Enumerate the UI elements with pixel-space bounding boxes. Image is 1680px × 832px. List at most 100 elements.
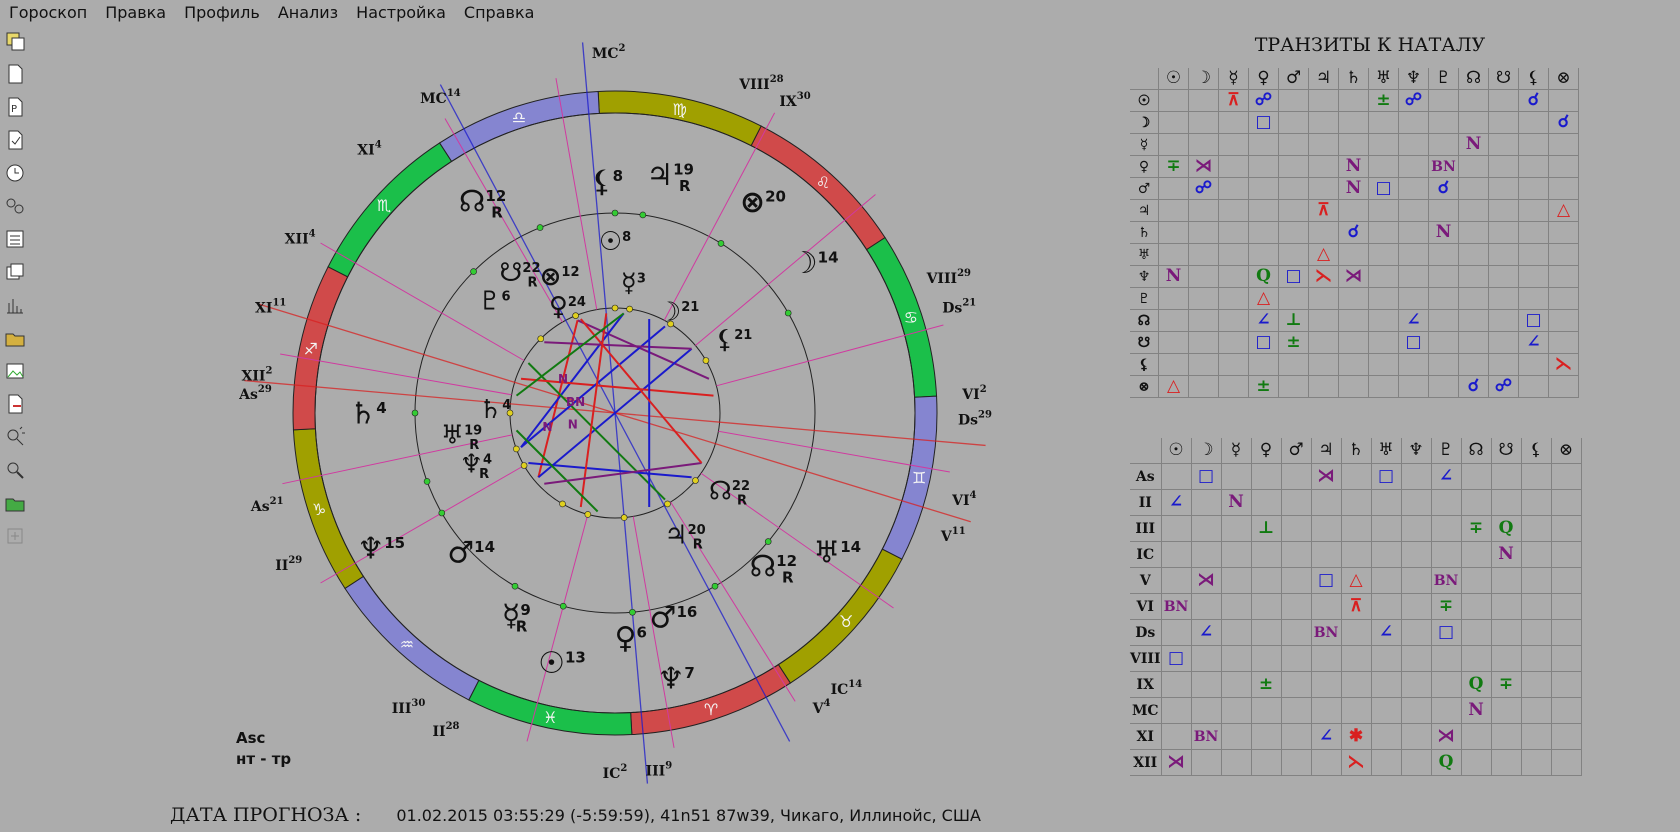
aspect-cell: ☌	[1548, 111, 1579, 134]
aspect-cell	[1310, 645, 1342, 672]
aspect-cell: ⋊	[1310, 463, 1342, 490]
aspect-cell	[1430, 671, 1462, 698]
aspect-cell	[1370, 671, 1402, 698]
aspect-cell	[1518, 353, 1549, 376]
natal-planet: ♅19 R	[441, 421, 482, 453]
magnifier-rays-icon[interactable]	[4, 426, 26, 448]
house-cusp-label: XII4	[285, 228, 316, 247]
aspect-cell: ⋊	[1338, 265, 1369, 288]
aspect-cell	[1220, 671, 1252, 698]
transit-planet: ♆15	[357, 532, 405, 567]
aspect-cell	[1158, 133, 1189, 156]
grid-row-label: ☊	[1130, 309, 1159, 332]
planet-position-dot	[511, 582, 519, 590]
aspect-cell: □	[1430, 619, 1462, 646]
aspect-cell	[1278, 243, 1309, 266]
aspect-cell	[1158, 221, 1189, 244]
inner-aspect-mark: N	[542, 420, 552, 434]
aspect-cell	[1488, 133, 1519, 156]
aspect-cell	[1278, 353, 1309, 376]
aspect-cell	[1400, 541, 1432, 568]
grid-row-label: ♇	[1130, 287, 1159, 310]
planet-position-dot	[611, 209, 619, 217]
clock-icon[interactable]	[4, 162, 26, 184]
bar-chart-icon[interactable]	[4, 294, 26, 316]
menu-item-5[interactable]: Справка	[455, 3, 544, 22]
new-file-icon[interactable]	[4, 63, 26, 85]
aspect-cell	[1550, 749, 1582, 776]
aspect-cell	[1518, 155, 1549, 178]
profile-icon[interactable]: P	[4, 96, 26, 118]
magnifier-icon[interactable]	[4, 459, 26, 481]
planet-position-dot	[711, 582, 719, 590]
folder-icon[interactable]	[4, 327, 26, 349]
aspect-cell: □	[1248, 331, 1279, 354]
grid-column-header: ☊	[1458, 68, 1489, 90]
aspect-cell: ∠	[1160, 489, 1192, 516]
aspect-cell	[1428, 199, 1459, 222]
aspect-cell	[1400, 619, 1432, 646]
aspect-cell: △	[1248, 287, 1279, 310]
grid-column-header: ♀	[1250, 438, 1282, 464]
grid-corner	[1130, 68, 1159, 90]
aspect-cell	[1488, 287, 1519, 310]
grid-column-header: ♅	[1370, 438, 1402, 464]
aspect-cell	[1308, 89, 1339, 112]
aspect-cell	[1190, 515, 1222, 542]
aspect-cell: BN	[1430, 567, 1462, 594]
aspect-cell	[1428, 89, 1459, 112]
grid-row: ♂ ☍ N □ ☌	[1130, 177, 1579, 200]
checklist-icon[interactable]	[4, 129, 26, 151]
aspect-cell	[1490, 463, 1522, 490]
grid-column-header: ☿	[1220, 438, 1252, 464]
menu-item-1[interactable]: Правка	[96, 3, 175, 22]
aspect-cell	[1218, 177, 1249, 200]
aspect-cell	[1520, 567, 1552, 594]
house-cusp-label: XII2	[242, 365, 273, 384]
house-cusp-label: II28	[432, 721, 459, 740]
aspect-cell	[1188, 287, 1219, 310]
grid-column-header: ☉	[1158, 68, 1189, 90]
menu-item-0[interactable]: Гороскоп	[0, 3, 96, 22]
grid-corner	[1130, 438, 1161, 464]
aspect-cell	[1158, 243, 1189, 266]
add-icon[interactable]	[4, 525, 26, 547]
planet-position-dot	[438, 509, 446, 517]
zodiac-sign: ♑	[312, 500, 326, 519]
planet-position-dot	[702, 357, 710, 364]
zodiac-sign: ♓	[543, 708, 557, 727]
grid-column-header: ♆	[1398, 68, 1429, 90]
windows-icon[interactable]	[4, 261, 26, 283]
transit-planet: ♄4	[349, 397, 386, 432]
aspect-cell	[1430, 515, 1462, 542]
aspect-cell	[1188, 353, 1219, 376]
menu-item-2[interactable]: Профиль	[175, 3, 269, 22]
aspect-cell	[1188, 331, 1219, 354]
aspect-cell	[1458, 155, 1489, 178]
aspect-cell	[1280, 723, 1312, 750]
zodiac-sign: ♒	[400, 635, 414, 654]
grid-row-label: II	[1130, 489, 1162, 516]
list-icon[interactable]	[4, 228, 26, 250]
aspect-cell	[1158, 309, 1189, 332]
natal-planet: ♀24	[549, 292, 586, 322]
aspect-cell	[1488, 155, 1519, 178]
menu-item-3[interactable]: Анализ	[269, 3, 347, 22]
aspect-cell	[1308, 155, 1339, 178]
horoscopes-icon[interactable]	[4, 30, 26, 52]
aspect-cell: ∓	[1460, 515, 1492, 542]
grid-row-label: Ds	[1130, 619, 1162, 646]
menu-item-4[interactable]: Настройка	[347, 3, 455, 22]
aspect-cell	[1278, 287, 1309, 310]
planet-position-dot	[559, 602, 567, 610]
aspect-cell: ⋊	[1430, 723, 1462, 750]
export-icon[interactable]	[4, 393, 26, 415]
grid-row-label: ⚸	[1130, 353, 1159, 376]
zodiac-sign: ♊	[912, 469, 926, 488]
open-folder-icon[interactable]	[4, 492, 26, 514]
grid-column-header: ☋	[1490, 438, 1522, 464]
aspect-cell	[1488, 243, 1519, 266]
image-icon[interactable]	[4, 360, 26, 382]
aspect-cell	[1218, 199, 1249, 222]
compare-icon[interactable]	[4, 195, 26, 217]
